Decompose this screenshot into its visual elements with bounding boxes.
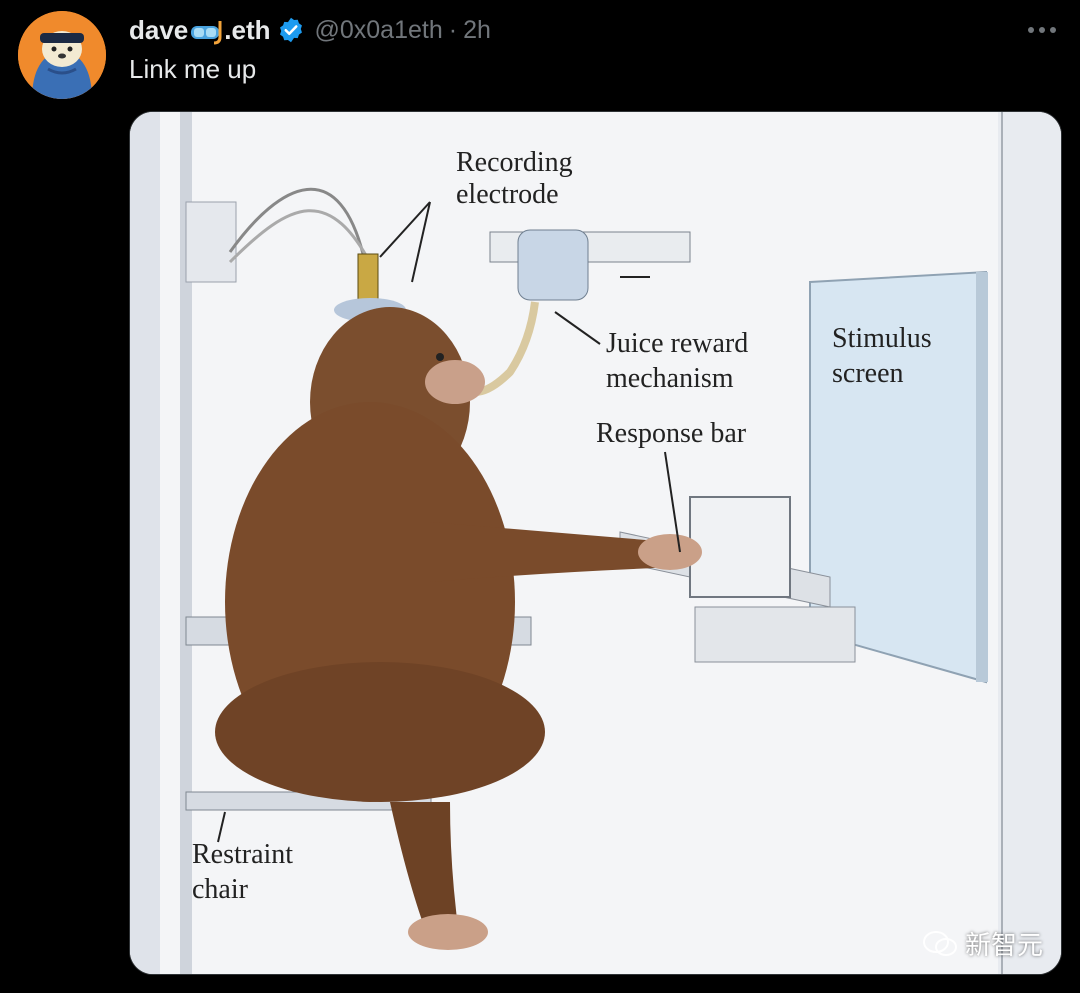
avatar[interactable] [18,11,106,99]
diving-mask-icon [191,20,222,45]
more-dots-icon [1028,27,1056,33]
label-response-bar: Response bar [596,418,747,449]
separator-dot: · [448,15,458,44]
tweet-media-image[interactable]: Recording electrode Juice reward mechani… [129,111,1062,975]
tweet-header: dave .eth @0x0a1eth · 2h [129,12,491,48]
label-juice-line2: mechanism [606,363,734,394]
wechat-icon [922,930,957,956]
more-options-button[interactable] [1024,16,1060,44]
watermark-text: 新智元 [964,931,1043,961]
label-restraint-line1: Restraint [192,839,294,870]
verified-badge-icon [279,17,302,43]
timestamp[interactable]: 2h [463,16,491,45]
tweet-text: Link me up [129,54,257,84]
watermark: 新智元 [922,925,1043,962]
display-name-prefix: dave [129,14,189,45]
avatar-image [18,11,106,99]
user-handle[interactable]: @0x0a1eth [315,16,443,45]
display-name-suffix: .eth [224,14,271,45]
label-recording-electrode-line1: Recording [456,147,573,178]
label-stimulus-line1: Stimulus [832,323,932,354]
label-stimulus-line2: screen [832,358,904,389]
label-recording-electrode-line2: electrode [456,179,559,210]
label-restraint-line2: chair [192,874,248,905]
label-juice-line1: Juice reward [606,328,749,359]
display-name[interactable]: dave .eth [129,15,271,46]
